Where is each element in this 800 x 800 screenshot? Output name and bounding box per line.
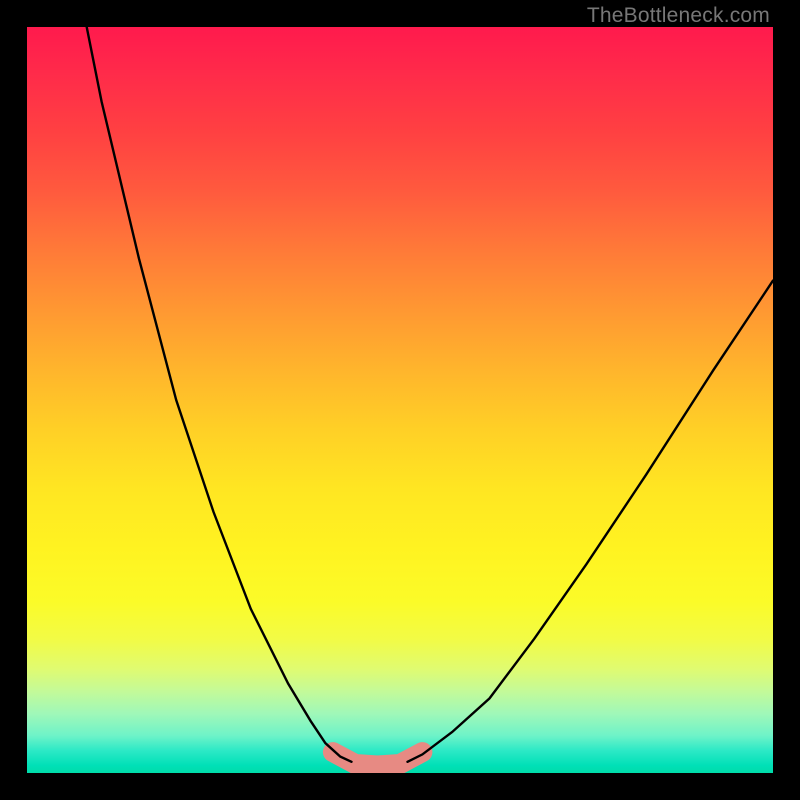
left-curve <box>87 27 352 762</box>
chart-frame: TheBottleneck.com <box>0 0 800 800</box>
plot-area <box>27 27 773 773</box>
right-curve <box>408 281 774 762</box>
curves-svg <box>27 27 773 773</box>
curve-group <box>87 27 773 762</box>
watermark: TheBottleneck.com <box>587 4 770 28</box>
